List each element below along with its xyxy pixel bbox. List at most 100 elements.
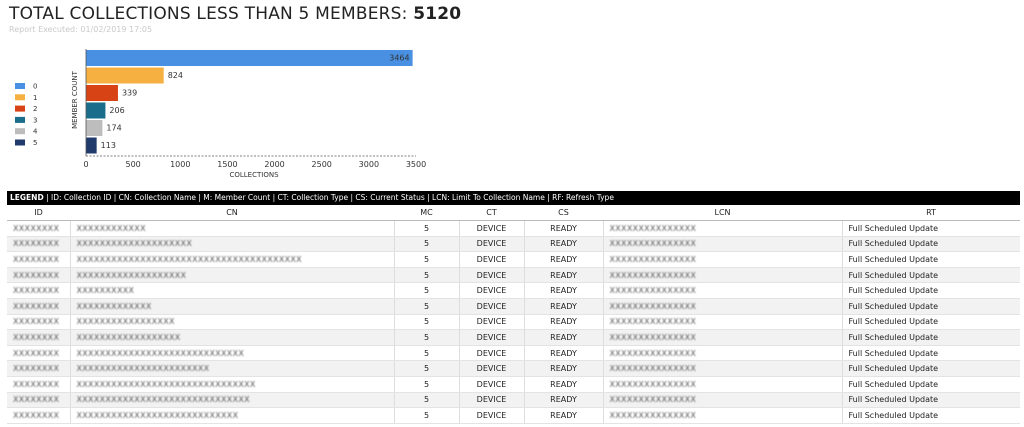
- column-header-mc: MC: [394, 205, 459, 221]
- redacted-text: XXXXXXXX: [13, 270, 60, 280]
- x-tick-label-1000: 1000: [170, 160, 190, 169]
- column-header-ct: CT: [459, 205, 524, 221]
- report-title-text: TOTAL COLLECTIONS LESS THAN 5 MEMBERS:: [9, 4, 408, 24]
- column-legend-bar: LEGEND | ID: Collection ID | CN: Collect…: [7, 191, 1020, 205]
- column-legend-text: | ID: Collection ID | CN: Collection Nam…: [43, 193, 614, 202]
- redacted-text: XXXXXXXXXXXXXXX: [609, 301, 697, 311]
- report-title-count: 5120: [413, 4, 462, 24]
- redacted-text: XXXXXXXXXXXXXXX: [609, 348, 697, 358]
- table-row: XXXXXXXX XXXXXXXXXXXXXXXXXXXXXXXXXXXXXXXX…: [7, 251, 1020, 268]
- column-header-cn: CN: [70, 205, 394, 221]
- cell-mc: 5: [394, 329, 460, 346]
- table-row: XXXXXXXX XXXXXXXXXXXXXXXXXX 5 DEVICE READY XX…: [7, 329, 1020, 346]
- cell-ct: DEVICE: [459, 236, 525, 253]
- cell-mc: 5: [394, 407, 460, 424]
- redacted-text: XXXXXXXXXXXXXXX: [609, 317, 697, 327]
- cell-cs: READY: [524, 360, 604, 377]
- cell-ct: DEVICE: [459, 329, 525, 346]
- legend-label-0: 0: [33, 83, 37, 91]
- cell-ct: DEVICE: [459, 298, 525, 315]
- redacted-text: XXXXXXXX: [13, 301, 60, 311]
- chart-legend: 0 1 2 3 4 5: [15, 83, 38, 147]
- cell-ct: DEVICE: [459, 345, 525, 362]
- cell-id: XXXXXXXX: [7, 376, 71, 393]
- redacted-text: XXXXXXXXXXXXXXX: [609, 270, 697, 280]
- cell-id: XXXXXXXX: [7, 298, 71, 315]
- redacted-text: XXXXXXXXXXXXXXX: [609, 254, 697, 264]
- cell-id: XXXXXXXX: [7, 360, 71, 377]
- bar-0: [86, 50, 413, 66]
- cell-mc: 5: [394, 392, 460, 409]
- redacted-text: XXXXXXXXXXXXXXXXXXXX: [76, 239, 193, 249]
- redacted-text: XXXXXXXXXXXXXXXXXXXXXXXXXXXX: [76, 410, 239, 420]
- cell-rt: Full Scheduled Update: [842, 282, 1020, 299]
- cell-lcn: XXXXXXXXXXXXXXX: [603, 392, 843, 409]
- cell-id: XXXXXXXX: [7, 220, 71, 237]
- column-header-lcn: LCN: [603, 205, 842, 221]
- cell-ct: DEVICE: [459, 376, 525, 393]
- redacted-text: XXXXXXXXXXXXXXXXXX: [76, 332, 181, 342]
- cell-rt: Full Scheduled Update: [842, 345, 1020, 362]
- redacted-text: XXXXXXXXXXXXX: [76, 301, 152, 311]
- cell-lcn: XXXXXXXXXXXXXXX: [603, 360, 843, 377]
- x-tick-label-2500: 2500: [312, 160, 332, 169]
- table-header-row: ID CN MC CT CS LCN RT: [7, 205, 1020, 221]
- cell-mc: 5: [394, 314, 460, 331]
- cell-id: XXXXXXXX: [7, 329, 71, 346]
- cell-cn: XXXXXXXXXXXX: [70, 220, 395, 237]
- redacted-text: XXXXXXXX: [13, 239, 60, 249]
- cell-id: XXXXXXXX: [7, 345, 71, 362]
- table-row: XXXXXXXX XXXXXXXXXXXXXXXXXXXXXXXXXXXXXXX 5…: [7, 376, 1020, 393]
- redacted-text: XXXXXXXX: [13, 223, 60, 233]
- column-legend-label: LEGEND: [10, 193, 44, 202]
- legend-label-1: 1: [33, 94, 37, 102]
- cell-ct: DEVICE: [459, 267, 525, 284]
- cell-cn: XXXXXXXXXXXXXXXXXXXXXXXXXXXXX: [70, 345, 395, 362]
- cell-cn: XXXXXXXXXXXXXXXXXXXXXXXXXXXXXXXXXXXXXXX: [70, 251, 395, 268]
- legend-swatch-1: [15, 94, 25, 101]
- cell-rt: Full Scheduled Update: [842, 392, 1020, 409]
- cell-lcn: XXXXXXXXXXXXXXX: [603, 282, 843, 299]
- redacted-text: XXXXXXXX: [13, 332, 60, 342]
- redacted-text: XXXXXXXX: [13, 364, 60, 374]
- cell-lcn: XXXXXXXXXXXXXXX: [603, 220, 843, 237]
- redacted-text: XXXXXXXXXXXXXXXXX: [76, 317, 175, 327]
- cell-cn: XXXXXXXXXXXXXXXXXX: [70, 329, 395, 346]
- report-title: TOTAL COLLECTIONS LESS THAN 5 MEMBERS: 5…: [9, 4, 461, 24]
- legend-swatch-4: [15, 128, 25, 135]
- cell-cn: XXXXXXXXXXXXXXXXX: [70, 314, 395, 331]
- cell-cs: READY: [524, 407, 604, 424]
- cell-rt: Full Scheduled Update: [842, 407, 1020, 424]
- cell-ct: DEVICE: [459, 220, 525, 237]
- bar-value-label-2: 339: [122, 89, 137, 98]
- bar-value-label-4: 174: [106, 124, 121, 133]
- cell-rt: Full Scheduled Update: [842, 267, 1020, 284]
- chart-bars: 3464 824 339 206 174 113: [86, 50, 413, 154]
- member-count-bar-chart: 012345 MEMBER COUNT 3464824339206174113 …: [15, 49, 426, 179]
- redacted-text: XXXXXXXXXXXXXXX: [609, 332, 697, 342]
- x-tick-label-1500: 1500: [217, 160, 237, 169]
- cell-mc: 5: [394, 345, 460, 362]
- bar-5: [86, 137, 97, 154]
- cell-lcn: XXXXXXXXXXXXXXX: [603, 407, 843, 424]
- cell-mc: 5: [394, 251, 460, 268]
- table-row: XXXXXXXX XXXXXXXXXXXXXXXXXXXX 5 DEVICE READY…: [7, 236, 1020, 253]
- cell-id: XXXXXXXX: [7, 392, 71, 409]
- x-tick-label-500: 500: [126, 160, 141, 169]
- redacted-text: XXXXXXXXXX: [76, 286, 135, 296]
- cell-cs: READY: [524, 298, 604, 315]
- cell-ct: DEVICE: [459, 251, 525, 268]
- redacted-text: XXXXXXXXXXXXXXX: [609, 239, 697, 249]
- cell-rt: Full Scheduled Update: [842, 360, 1020, 377]
- legend-swatch-0: [15, 83, 25, 89]
- cell-id: XXXXXXXX: [7, 236, 71, 253]
- redacted-text: XXXXXXXXXXXXXXXXXXXXXXXXXXXXX: [76, 348, 245, 358]
- cell-cn: XXXXXXXXXXXXXXXXXXXXXXXXXXXX: [70, 407, 395, 424]
- redacted-text: XXXXXXXXXXXXXXX: [609, 379, 697, 389]
- cell-id: XXXXXXXX: [7, 314, 71, 331]
- x-tick-label-3500: 3500: [406, 160, 426, 169]
- cell-lcn: XXXXXXXXXXXXXXX: [603, 236, 843, 253]
- cell-lcn: XXXXXXXXXXXXXXX: [603, 267, 843, 284]
- redacted-text: XXXXXXXX: [13, 348, 60, 358]
- bar-value-label-1: 824: [168, 71, 183, 80]
